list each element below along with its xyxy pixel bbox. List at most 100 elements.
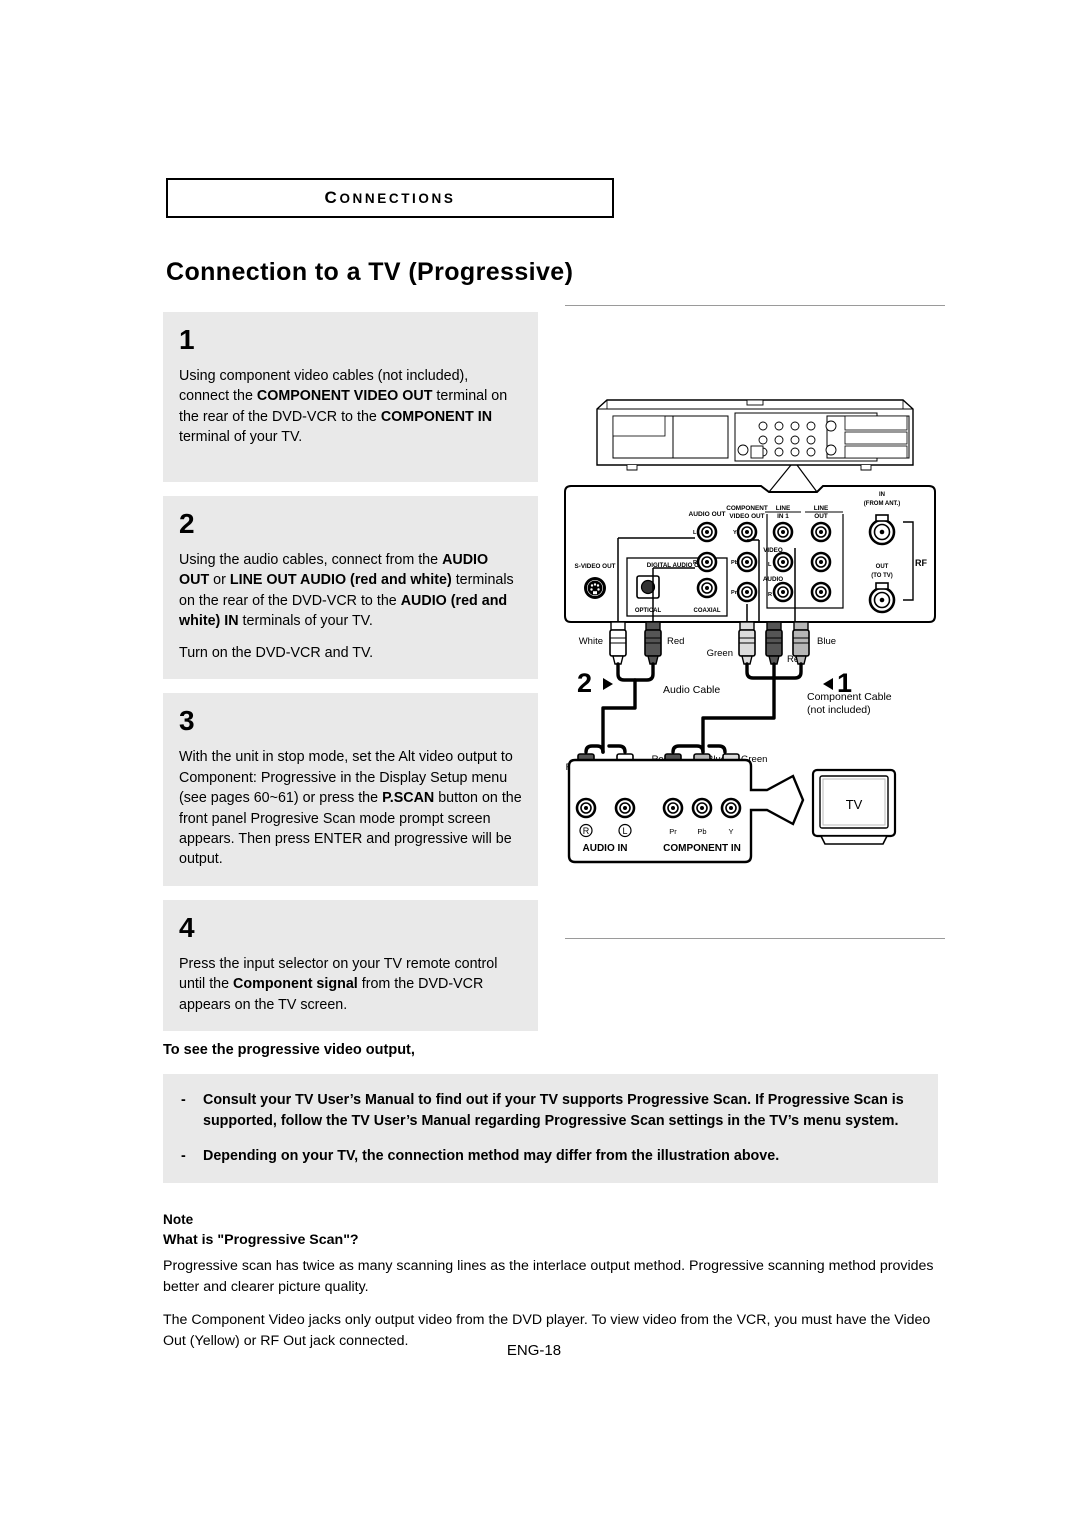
callout-2: 2 [577,668,592,698]
rear-jack-panel-detail: S-VIDEO OUT DIGITAL AUDIO OUT OPTICAL CO… [564,485,936,623]
step-4-number: 4 [179,911,195,943]
label-audio-out-r: R [693,560,697,566]
label-component-video-out-1: COMPONENT [726,505,768,512]
label-component-cable-1: Component Cable [807,691,892,703]
chapter-header-label: Connections [324,188,456,207]
note-paragraph-1: Progressive scan has twice as many scann… [163,1258,934,1296]
progressive-dash: - [181,1148,186,1165]
note-question: What is "Progressive Scan"? [163,1232,359,1248]
label-component-pb: Pb [731,560,739,566]
line-out-audio-l-jack [810,551,832,573]
progressive-dash: - [181,1092,186,1108]
label-optical: OPTICAL [635,608,662,614]
chapter-header-box: Connections [166,178,614,218]
s-video-out-jack [584,577,606,599]
step-2-body: Using the audio cables, connect from the… [179,552,514,661]
tv-audio-r-jack [575,797,597,819]
label-rf-out-b: (TO TV) [871,573,893,579]
page-title: Connection to a TV (Progressive) [166,258,574,286]
coaxial-jack [696,577,718,599]
label-tv-audio-l: L [622,826,627,836]
label-line-in-1a: LINE [776,505,791,512]
label-top-green: Green [707,648,733,659]
label-line-out-a: LINE [814,505,829,512]
plug-red2-top [765,621,783,665]
label-top-blue: Blue [817,636,836,647]
label-tv-component-pr: Pr [669,827,677,836]
label-line-r: R [768,592,772,598]
label-tv-component-in: COMPONENT IN [663,843,741,854]
page-folio-text: ENG-18 [506,1342,562,1359]
steps-column: 1 Using component video cables (not incl… [163,312,538,1045]
progressive-note-box: - Consult your TV User’s Manual to find … [163,1074,938,1184]
component-pr-jack [736,581,758,603]
line-in-1-audio-l-jack [772,551,794,573]
plug-white-top [609,621,627,665]
progressive-item-text: Consult your TV User’s Manual to find ou… [203,1092,904,1130]
label-component-cable-2: (not included) [807,704,871,716]
label-tv-component-y: Y [728,827,733,836]
step-4-body: Press the input selector on your TV remo… [179,955,498,1013]
label-rf-out-a: OUT [876,564,889,570]
tv-component-pr-jack [662,797,684,819]
step-2: 2 Using the audio cables, connect from t… [163,496,538,680]
tv-component-y-jack [720,797,742,819]
line-in-1-audio-r-jack [772,581,794,603]
progressive-heading: To see the progressive video output, [163,1042,415,1058]
top-plug-row: White Red Green Red Blue [579,621,836,665]
label-rf: RF [915,558,927,568]
step-2-number: 2 [179,508,195,539]
label-coaxial: COAXIAL [694,608,721,614]
audio-out-r-jack [696,551,718,573]
manual-page: Connections Connection to a TV (Progress… [0,0,1080,1528]
audio-out-l-jack [696,521,718,543]
callout-1-arrow [823,678,833,690]
line-out-audio-r-jack [810,581,832,603]
connection-diagram: S-VIDEO OUT DIGITAL AUDIO OUT OPTICAL CO… [555,300,950,945]
dvd-vcr-rear-view [596,399,914,471]
label-tv: TV [846,797,863,812]
callout-2-arrow [603,678,613,690]
tv-input-panel: R L Pr Pb Y AUDIO IN COMPONENT IN [567,758,805,864]
plug-red-top [644,621,662,665]
callout-lines [768,464,818,493]
step-3: 3 With the unit in stop mode, set the Al… [163,693,538,886]
label-audio-row: AUDIO [763,576,783,583]
label-tv-audio-in: AUDIO IN [583,843,628,854]
line-out-video-jack [810,521,832,543]
progressive-item: - Consult your TV User’s Manual to find … [181,1090,920,1132]
note-label: Note [163,1212,194,1227]
tv-set-icon: TV [811,768,897,845]
cable-paths [601,662,803,754]
label-line-out-b: OUT [814,513,828,520]
label-tv-audio-r: R [583,826,590,836]
step-3-body: With the unit in stop mode, set the Alt … [179,749,522,868]
step-4: 4 Press the input selector on your TV re… [163,899,538,1032]
progressive-item-text: Depending on your TV, the connection met… [203,1148,780,1165]
label-rf-in-b: (FROM ANT.) [864,501,900,507]
label-component-y: Y [733,530,737,536]
note-block: Note What is "Progressive Scan"? Progres… [163,1212,953,1352]
component-pb-jack [736,551,758,573]
step-1-body: Using component video cables (not includ… [179,368,508,446]
label-rf-in-a: IN [879,492,885,498]
label-top-red: Red [667,636,684,647]
line-in-1-video-jack [772,521,794,543]
label-audio-cable: Audio Cable [663,684,720,696]
label-top-white: White [579,636,603,647]
plug-green-top [738,621,756,665]
label-component-video-out-2: VIDEO OUT [729,513,764,520]
label-line-l: L [768,562,772,568]
label-s-video-out: S-VIDEO OUT [575,563,616,570]
page-folio: ENG-18 [0,1342,1080,1359]
step-1: 1 Using component video cables (not incl… [163,312,538,482]
step-1-number: 1 [179,324,195,355]
label-audio-out-l: L [693,530,697,536]
label-line-in-1b: IN 1 [777,513,789,520]
progressive-item: - Depending on your TV, the connection m… [181,1146,920,1167]
label-component-pr: Pr [731,590,738,596]
tv-component-pb-jack [691,797,713,819]
label-audio-out: AUDIO OUT [689,511,726,518]
tv-audio-l-jack [614,797,636,819]
component-y-jack [736,521,758,543]
